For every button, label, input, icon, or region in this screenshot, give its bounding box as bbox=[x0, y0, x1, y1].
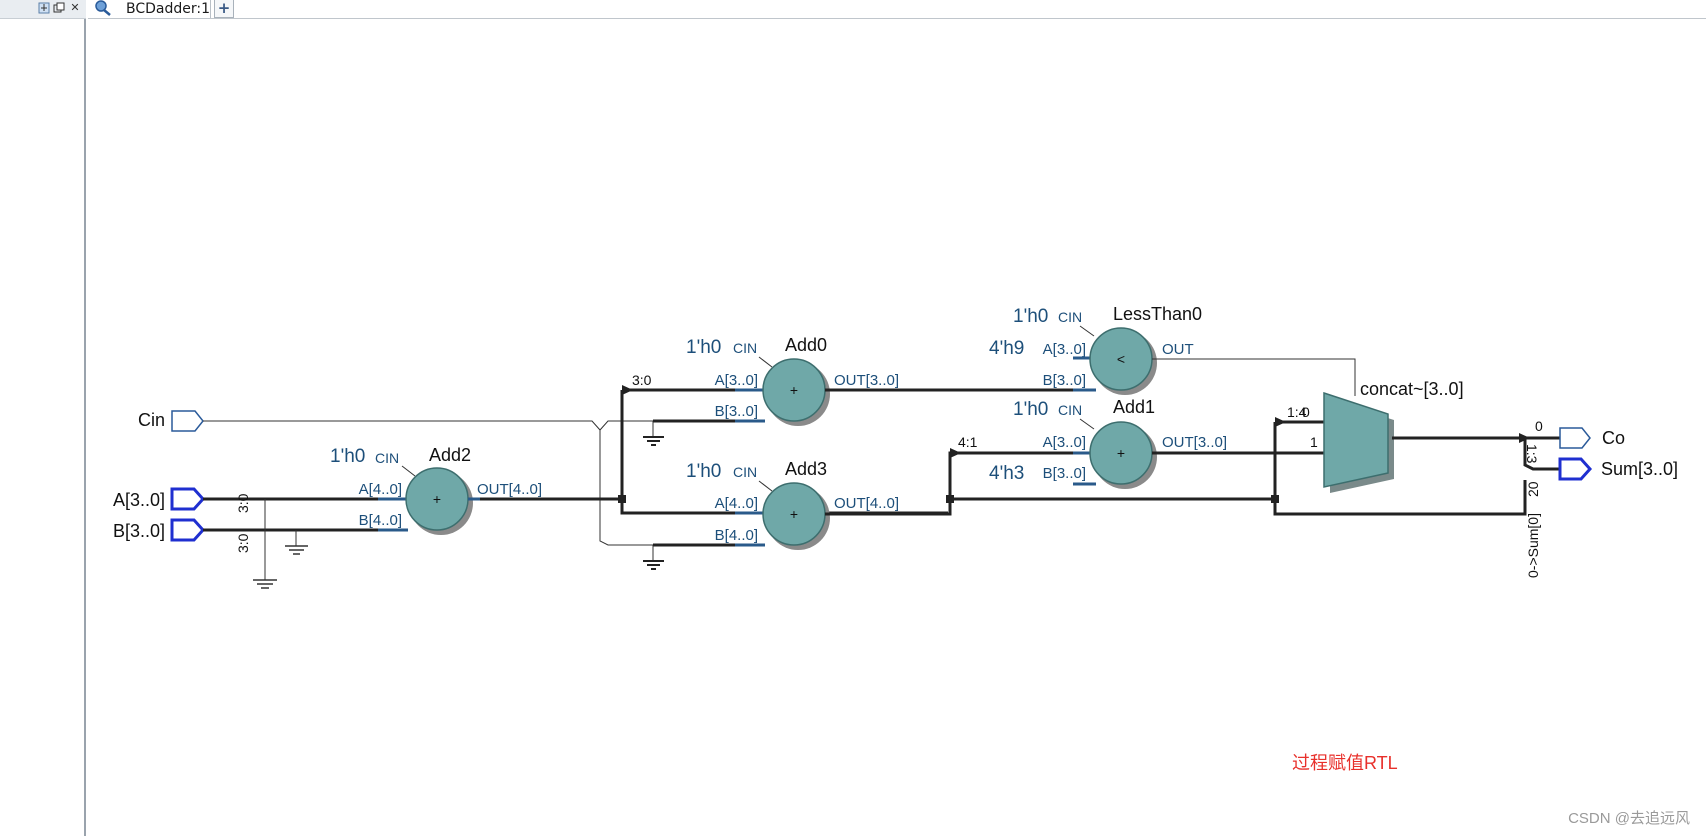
ground-icon bbox=[253, 579, 277, 589]
lessthan0-cin-wire bbox=[1079, 325, 1095, 337]
ground-icon bbox=[643, 560, 664, 570]
junction-dot bbox=[618, 495, 626, 503]
lessthan0-port-a: A[3..0] bbox=[1043, 341, 1086, 358]
rtl-viewer-icon bbox=[92, 0, 114, 20]
add3-cin-const: 1'h0 bbox=[686, 461, 721, 482]
output-co-label: Co bbox=[1602, 428, 1625, 448]
ground-icon bbox=[285, 545, 308, 555]
close-icon[interactable]: ✕ bbox=[69, 2, 81, 14]
mux-body bbox=[1323, 391, 1389, 488]
add2-op: + bbox=[433, 491, 441, 507]
lessthan0-op: < bbox=[1117, 351, 1125, 367]
add2-cin-wire bbox=[401, 465, 416, 477]
document-tab-bar: BCDadder:1 + bbox=[88, 0, 1706, 19]
add3-cin-label: CIN bbox=[733, 464, 757, 480]
input-b-label: B[3..0] bbox=[113, 521, 165, 541]
b-split-label: 3:0 bbox=[235, 533, 251, 553]
input-cin-label: Cin bbox=[138, 410, 165, 430]
input-cin[interactable]: Cin bbox=[138, 410, 204, 432]
add1-port-out: OUT[3..0] bbox=[1162, 434, 1227, 451]
add2-cin-const: 1'h0 bbox=[330, 446, 365, 467]
add2-cin-label: CIN bbox=[375, 450, 399, 466]
lessthan0-cin-label: CIN bbox=[1058, 309, 1082, 325]
left-panel: ✕ bbox=[0, 0, 86, 836]
block-add2[interactable]: 1'h0 CIN Add2 A[4..0] B[4..0] + OUT[4..0… bbox=[330, 445, 542, 535]
lessthan0-out-wire bbox=[1152, 358, 1356, 396]
add0-port-a: A[3..0] bbox=[715, 372, 758, 389]
rtl-schematic: Cin A[3..0] B[3..0] 3:0 3:0 1'h0 CIN Add… bbox=[113, 304, 1690, 827]
add2-port-out: OUT[4..0] bbox=[477, 481, 542, 498]
schematic-canvas[interactable]: Cin A[3..0] B[3..0] 3:0 3:0 1'h0 CIN Add… bbox=[88, 19, 1706, 836]
add2-port-b: B[4..0] bbox=[359, 512, 402, 529]
concat-in0-sel-label: 0 bbox=[1302, 404, 1310, 420]
input-port-icon bbox=[170, 487, 206, 511]
output-sum-label: Sum[3..0] bbox=[1601, 459, 1678, 479]
tab-bcdadder[interactable]: BCDadder:1 bbox=[88, 0, 211, 18]
concat-name: concat~[3..0] bbox=[1360, 379, 1464, 399]
add1-b-const: 4'h3 bbox=[989, 463, 1024, 484]
input-port-icon bbox=[170, 518, 206, 542]
concat-in1-label: 1 bbox=[1310, 434, 1318, 450]
add3-port-a: A[4..0] bbox=[715, 495, 758, 512]
block-add1[interactable]: 1'h0 CIN Add1 A[3..0] 4'h3 B[3..0] + OUT… bbox=[989, 397, 1227, 489]
lessthan0-port-b: B[3..0] bbox=[1043, 372, 1086, 389]
add0-cin-label: CIN bbox=[733, 340, 757, 356]
add0-cin-wire bbox=[758, 356, 773, 368]
block-lessthan0[interactable]: 1'h0 CIN LessThan0 4'h9 A[3..0] B[3..0] … bbox=[989, 304, 1202, 395]
add0-port-b: B[3..0] bbox=[715, 403, 758, 420]
block-concat-mux[interactable]: concat~[3..0] 1:4 0 1 bbox=[1287, 379, 1464, 493]
add1-cin-wire bbox=[1079, 418, 1095, 430]
add2-name: Add2 bbox=[429, 445, 471, 465]
add3-name: Add3 bbox=[785, 459, 827, 479]
add3-port-b: B[4..0] bbox=[715, 527, 758, 544]
input-a-label: A[3..0] bbox=[113, 490, 165, 510]
add1-port-a: A[3..0] bbox=[1043, 434, 1086, 451]
add1-cin-const: 1'h0 bbox=[1013, 399, 1048, 420]
lessthan0-a-const: 4'h9 bbox=[989, 338, 1024, 359]
add-tab-button[interactable]: + bbox=[214, 0, 234, 18]
add1-in-label: 4:1 bbox=[958, 434, 978, 450]
lessthan0-cin-const: 1'h0 bbox=[1013, 306, 1048, 327]
add3-port-out: OUT[4..0] bbox=[834, 495, 899, 512]
out-tap-label: 0 bbox=[1535, 418, 1543, 434]
add0-in-label: 3:0 bbox=[632, 372, 652, 388]
output-port-icon bbox=[1559, 427, 1591, 449]
add0-op: + bbox=[790, 382, 798, 398]
input-a[interactable]: A[3..0] bbox=[113, 487, 206, 511]
output-co[interactable]: Co bbox=[1559, 427, 1625, 449]
add0-name: Add0 bbox=[785, 335, 827, 355]
watermark: CSDN @去追远风 bbox=[1568, 810, 1690, 827]
float-window-icon[interactable] bbox=[53, 2, 65, 14]
sum-tap-label: 0->Sum[0] bbox=[1525, 513, 1541, 578]
add0-port-out: OUT[3..0] bbox=[834, 372, 899, 389]
sum-tap2-label: 20 bbox=[1525, 481, 1541, 497]
ground-icon bbox=[643, 436, 664, 446]
a-split-label: 3:0 bbox=[235, 493, 251, 513]
add3-op: + bbox=[790, 506, 798, 522]
block-add0[interactable]: 1'h0 CIN Add0 A[3..0] B[3..0] + OUT[3..0… bbox=[686, 335, 899, 426]
input-port-icon bbox=[171, 410, 204, 432]
add1-name: Add1 bbox=[1113, 397, 1155, 417]
lessthan0-name: LessThan0 bbox=[1113, 304, 1202, 324]
annotation-text: 过程赋值RTL bbox=[1292, 753, 1398, 773]
lessthan0-port-out: OUT bbox=[1162, 341, 1194, 358]
block-add3[interactable]: 1'h0 CIN Add3 A[4..0] B[4..0] + OUT[4..0… bbox=[686, 459, 899, 550]
add1-op: + bbox=[1117, 445, 1125, 461]
bus-tap-arrow bbox=[1275, 417, 1286, 427]
add1-port-b: B[3..0] bbox=[1043, 465, 1086, 482]
output-sum[interactable]: Sum[3..0] bbox=[1558, 457, 1678, 481]
add2-port-a: A[4..0] bbox=[359, 481, 402, 498]
output-port-icon bbox=[1558, 457, 1593, 481]
pin-icon[interactable] bbox=[38, 2, 50, 14]
panel-title-bar: ✕ bbox=[0, 0, 86, 19]
junction-dot bbox=[1271, 495, 1279, 503]
add1-cin-label: CIN bbox=[1058, 402, 1082, 418]
input-b[interactable]: B[3..0] bbox=[113, 518, 206, 542]
add3-cin-wire bbox=[758, 480, 773, 492]
add0-cin-const: 1'h0 bbox=[686, 337, 721, 358]
tab-label: BCDadder:1 bbox=[126, 1, 211, 17]
